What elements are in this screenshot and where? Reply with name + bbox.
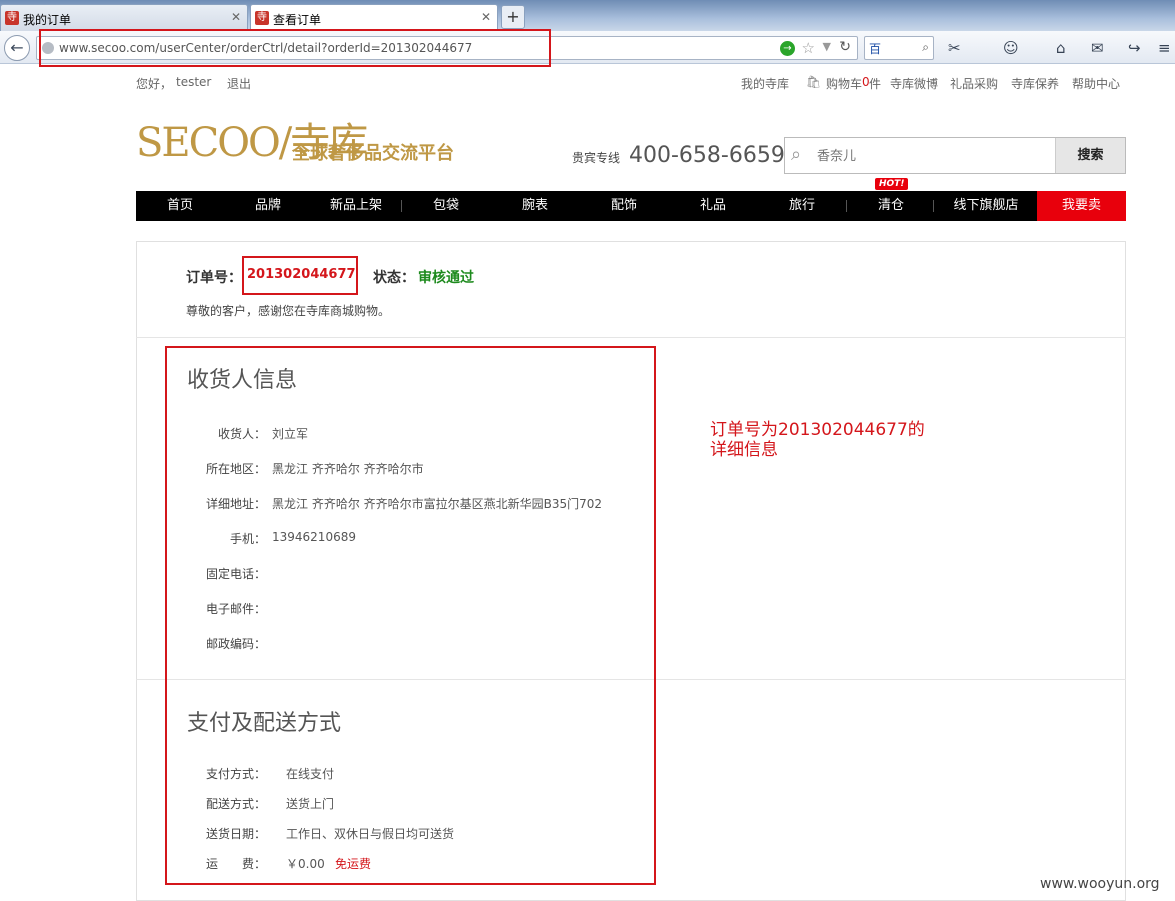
annotation-line: 订单号为201302044677的 (710, 420, 925, 440)
nav-item-brands[interactable]: 品牌 (224, 191, 312, 221)
search-engine-icon[interactable]: 百 (869, 42, 881, 56)
secoo-favicon-icon: 寺 (255, 11, 269, 25)
nav-item-watches[interactable]: 腕表 (491, 191, 579, 221)
search-icon[interactable]: ⌕ (922, 40, 929, 55)
highlight-box-url (39, 29, 551, 67)
screenshot-icon[interactable]: ✂ (948, 39, 961, 57)
mail-icon[interactable]: ✉ (1091, 39, 1104, 57)
bookmark-star-icon[interactable]: ☆ (802, 39, 815, 57)
order-status: 审核通过 (418, 270, 474, 286)
highlight-box-details (165, 346, 656, 885)
cart-unit: 件 (869, 77, 882, 91)
search-button[interactable]: 搜索 (1055, 138, 1125, 173)
greeting-text: 您好， (136, 77, 173, 91)
logout-link[interactable]: 退出 (227, 75, 251, 92)
cart-icon[interactable]: 🛍 (806, 75, 821, 89)
nav-item-home[interactable]: 首页 (136, 191, 224, 221)
home-icon[interactable]: ⌂ (1056, 39, 1066, 57)
thank-you-message: 尊敬的客户，感谢您在寺库商城购物。 (186, 304, 391, 318)
browser-search-box[interactable]: 百 ⌕ (864, 36, 934, 60)
new-tab-button[interactable]: + (501, 5, 525, 29)
hotline-number: 400-658-6659 (629, 143, 785, 168)
tab-label: 我的订单 (23, 13, 72, 27)
annotation-line: 详细信息 (710, 440, 778, 460)
addon-icon[interactable]: ☺ (1003, 39, 1019, 57)
username[interactable]: tester (176, 75, 211, 89)
chevron-down-icon[interactable]: ▼ (823, 40, 831, 53)
tab-my-orders[interactable]: 寺 我的订单 ✕ (0, 4, 248, 31)
nav-item-offline-store[interactable]: 线下旗舰店 (934, 191, 1038, 221)
nav-item-bags[interactable]: 包袋 (402, 191, 490, 221)
back-button[interactable]: ← (4, 35, 30, 61)
tab-label: 查看订单 (273, 13, 322, 27)
menu-icon[interactable]: ≡ (1158, 39, 1171, 57)
highlight-box-order-number (242, 256, 358, 295)
search-icon: ⌕ (791, 144, 802, 165)
gift-link[interactable]: 礼品采购 (950, 75, 998, 92)
nav-item-new[interactable]: 新品上架 (312, 191, 400, 221)
logo-slogan: 全球奢侈品交流平台 (292, 143, 454, 164)
my-secoo-link[interactable]: 我的寺库 (741, 75, 789, 92)
close-icon[interactable]: ✕ (481, 10, 491, 24)
watermark: www.wooyun.org (1040, 876, 1160, 892)
go-icon[interactable]: → (780, 41, 795, 56)
hot-badge: HOT! (875, 178, 909, 190)
hotline-label: 贵宾专线 (572, 151, 621, 165)
main-nav: 首页 品牌 新品上架 包袋 腕表 配饰 礼品 旅行 清仓 线下旗舰店 我要卖 (136, 191, 1126, 221)
reload-icon[interactable]: ↻ (839, 39, 851, 55)
browser-tab-bar: 寺 我的订单 ✕ 寺 查看订单 ✕ + (0, 0, 1175, 31)
help-link[interactable]: 帮助中心 (1072, 75, 1120, 92)
site-search: ⌕ 搜索 (784, 137, 1126, 174)
annotation-text: 订单号为201302044677的 详细信息 (710, 420, 925, 460)
search-input[interactable] (817, 146, 1047, 166)
nav-item-clearance[interactable]: 清仓 (847, 191, 935, 221)
nav-item-travel[interactable]: 旅行 (758, 191, 846, 221)
status-label: 状态： (373, 270, 415, 286)
order-number-label: 订单号： (186, 270, 242, 286)
section-divider (136, 337, 1126, 338)
sell-button[interactable]: 我要卖 (1037, 191, 1126, 221)
nav-item-accessories[interactable]: 配饰 (580, 191, 668, 221)
nav-item-gifts[interactable]: 礼品 (669, 191, 757, 221)
share-icon[interactable]: ↪ (1128, 39, 1141, 57)
cart-link[interactable]: 购物车 (826, 75, 862, 92)
tab-view-order[interactable]: 寺 查看订单 ✕ (250, 4, 498, 31)
secoo-favicon-icon: 寺 (5, 11, 19, 25)
maintenance-link[interactable]: 寺库保养 (1011, 75, 1059, 92)
close-icon[interactable]: ✕ (231, 10, 241, 24)
weibo-link[interactable]: 寺库微博 (890, 75, 938, 92)
